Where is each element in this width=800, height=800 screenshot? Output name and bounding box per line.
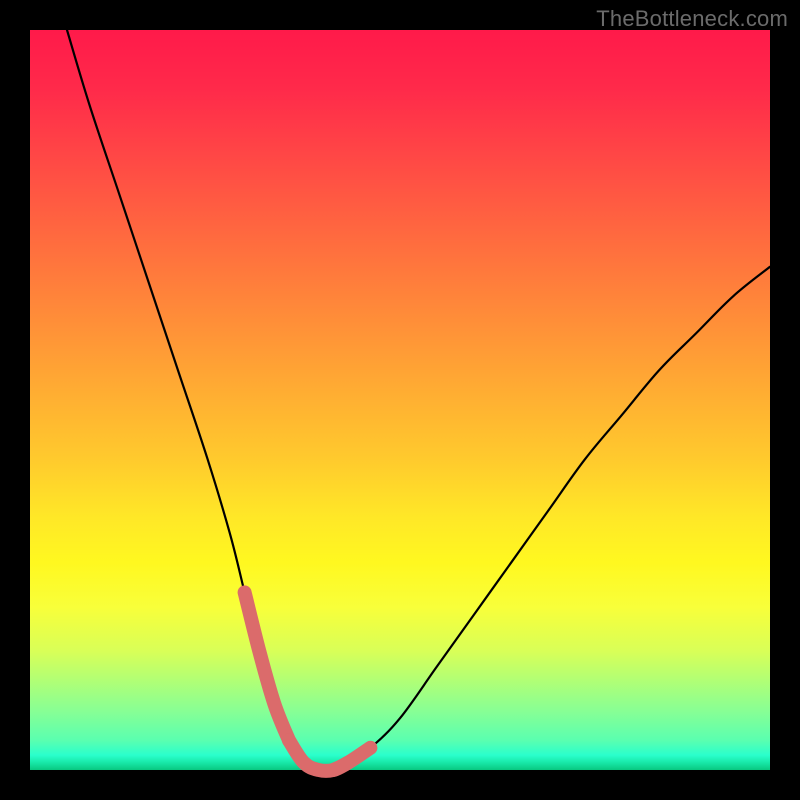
highlight-left-slope xyxy=(245,592,289,740)
curve-svg xyxy=(30,30,770,770)
watermark-text: TheBottleneck.com xyxy=(596,6,788,32)
highlight-right-slope xyxy=(333,748,370,770)
bottleneck-curve xyxy=(67,30,770,771)
